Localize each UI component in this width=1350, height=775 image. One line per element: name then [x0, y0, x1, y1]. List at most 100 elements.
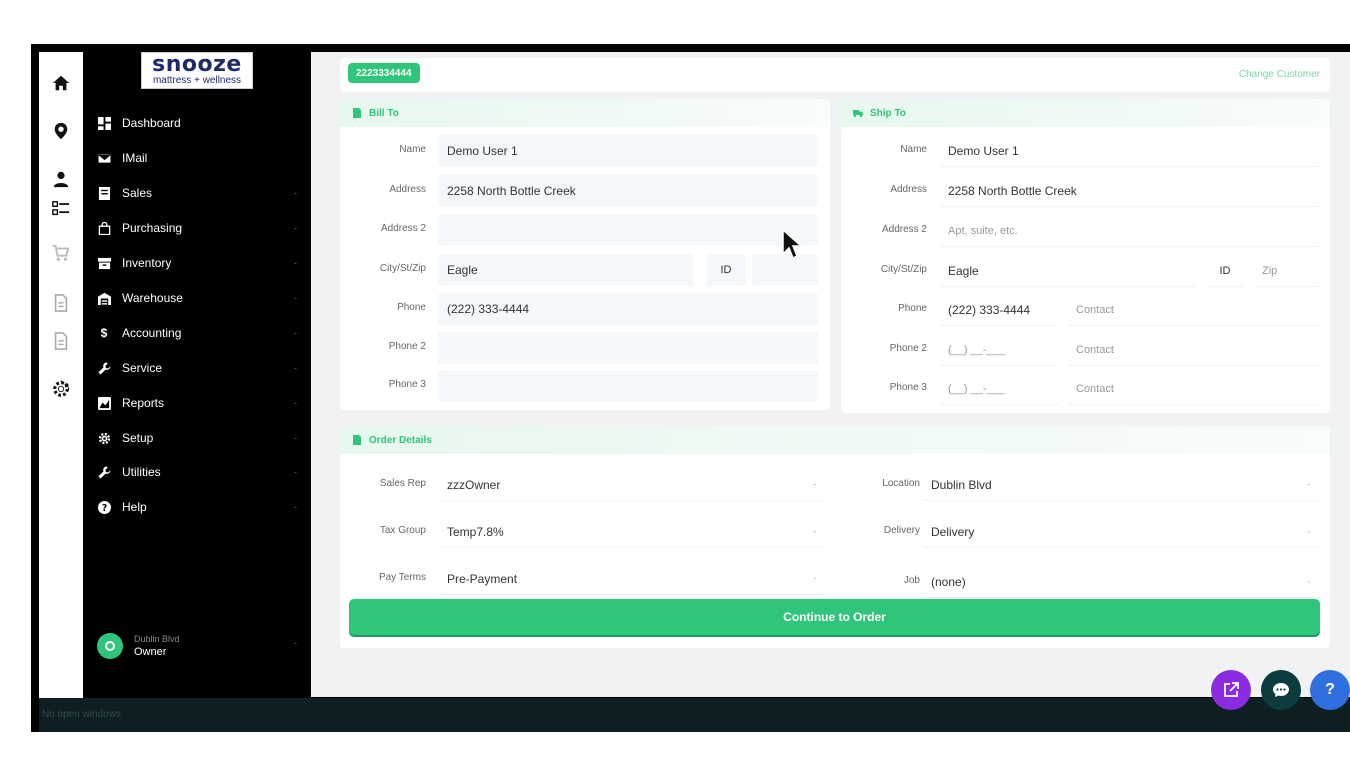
location-pin-icon[interactable] — [39, 116, 83, 146]
cart-icon[interactable] — [39, 238, 83, 268]
delivery-label: Delivery — [883, 525, 920, 536]
sidebar-item-label: Sales — [122, 186, 153, 200]
bill-phone3-input[interactable] — [438, 370, 818, 402]
sidebar: snooze mattress + wellness Dashboard IMa… — [83, 52, 311, 732]
sidebar-item-label: Utilities — [122, 465, 161, 479]
ship-zip-input[interactable]: Zip — [1253, 255, 1320, 287]
chevron-icon: - — [294, 293, 297, 303]
ship-city-input[interactable]: Eagle — [939, 255, 1197, 287]
sales-icon — [97, 186, 111, 200]
gear-icon[interactable] — [39, 374, 83, 404]
delivery-select[interactable]: Delivery - — [922, 516, 1320, 548]
sales-rep-select[interactable]: zzzOwner - — [438, 469, 826, 501]
chevron-down-icon: - — [1307, 527, 1310, 536]
pay-terms-value: Pre-Payment — [447, 571, 518, 586]
checklist-icon[interactable] — [39, 194, 83, 224]
home-icon[interactable] — [39, 68, 83, 98]
ship-phone3-label: Phone 3 — [889, 382, 927, 393]
user-role: Owner — [134, 645, 167, 658]
icon-rail — [39, 52, 83, 732]
pay-terms-select[interactable]: Pre-Payment - — [438, 563, 826, 595]
job-label: Job — [903, 575, 920, 586]
order-details-title: Order Details — [369, 434, 432, 446]
bill-to-card: Bill To Name Demo User 1 Address 2258 No… — [340, 99, 830, 410]
bill-address-label: Address — [389, 184, 426, 195]
sidebar-item-imail[interactable]: IMail — [97, 146, 297, 170]
location-value: Dublin Blvd — [931, 477, 992, 492]
sidebar-item-utilities[interactable]: Utilities - — [97, 460, 297, 484]
sidebar-item-label: Purchasing — [122, 221, 183, 235]
inventory-icon — [97, 256, 111, 270]
ship-phone3-input[interactable]: (__) __-___ — [939, 373, 1059, 405]
bill-state-input[interactable]: ID — [706, 254, 746, 286]
bill-city-input[interactable]: Eagle — [438, 254, 694, 286]
sidebar-item-label: IMail — [122, 151, 148, 165]
truck-icon — [853, 108, 863, 118]
reports-icon — [97, 396, 111, 410]
app-window: snooze mattress + wellness Dashboard IMa… — [31, 44, 1350, 732]
help-fab-button[interactable]: ? — [1310, 670, 1350, 710]
ship-phone2-input[interactable]: (__) __-___ — [939, 334, 1059, 366]
chevron-icon: - — [294, 328, 297, 338]
customer-phone-badge[interactable]: 2223334444 — [348, 63, 420, 83]
sidebar-item-purchasing[interactable]: Purchasing - — [97, 216, 297, 240]
svg-text:?: ? — [101, 502, 106, 513]
sidebar-item-warehouse[interactable]: Warehouse - — [97, 286, 297, 310]
sidebar-item-label: Reports — [122, 396, 165, 410]
document-icon[interactable] — [39, 288, 83, 318]
continue-to-order-button[interactable]: Continue to Order — [349, 599, 1320, 635]
chevron-icon: - — [294, 638, 297, 648]
bill-phone2-input[interactable] — [438, 332, 818, 364]
sidebar-item-inventory[interactable]: Inventory - — [97, 251, 297, 275]
ship-phone-label: Phone — [898, 303, 927, 314]
dollar-icon: $ — [100, 326, 108, 340]
sidebar-item-setup[interactable]: Setup - — [97, 426, 297, 450]
main-content: 2223334444 Change Customer Bill To Name … — [311, 52, 1350, 697]
sidebar-item-reports[interactable]: Reports - — [97, 391, 297, 415]
ship-name-input[interactable]: Demo User 1 — [939, 135, 1320, 167]
open-external-button[interactable] — [1211, 670, 1251, 710]
bill-phone-input[interactable]: (222) 333-4444 — [438, 293, 818, 325]
sidebar-item-help[interactable]: ? Help - — [97, 495, 297, 519]
chevron-icon: - — [294, 433, 297, 443]
ship-contact2-input[interactable]: Contact — [1067, 334, 1320, 366]
document-icon — [352, 108, 362, 118]
bill-address2-label: Address 2 — [380, 223, 426, 234]
document-icon[interactable] — [39, 326, 83, 356]
tax-group-select[interactable]: Temp7.8% - — [438, 516, 826, 548]
chat-button[interactable] — [1261, 670, 1301, 710]
sidebar-item-dashboard[interactable]: Dashboard — [97, 111, 297, 135]
ship-address2-input[interactable]: Apt, suite, etc. — [939, 215, 1320, 247]
bill-name-input[interactable]: Demo User 1 — [438, 135, 818, 167]
bill-to-header: Bill To — [340, 99, 830, 127]
ship-contact-input[interactable]: Contact — [1067, 294, 1320, 326]
ship-address-label: Address — [890, 184, 927, 195]
chat-icon — [1272, 681, 1290, 699]
ship-contact3-input[interactable]: Contact — [1067, 373, 1320, 405]
delivery-value: Delivery — [931, 524, 975, 539]
snooze-logo[interactable]: snooze mattress + wellness — [141, 52, 253, 89]
chevron-down-icon: - — [1307, 480, 1310, 489]
bill-address-input[interactable]: 2258 North Bottle Creek — [438, 175, 818, 207]
chevron-icon: - — [294, 363, 297, 373]
user-menu[interactable]: Dublin Blvd Owner - — [97, 628, 297, 664]
sidebar-item-sales[interactable]: Sales - — [97, 181, 297, 205]
ship-state-input[interactable]: ID — [1205, 255, 1245, 287]
question-icon: ? — [1325, 681, 1335, 698]
sidebar-item-accounting[interactable]: $ Accounting - — [97, 321, 297, 345]
sidebar-item-service[interactable]: Service - — [97, 356, 297, 380]
chevron-icon: - — [294, 502, 297, 512]
pay-terms-label: Pay Terms — [378, 572, 426, 583]
location-select[interactable]: Dublin Blvd - — [922, 469, 1320, 501]
document-icon — [352, 435, 362, 445]
ship-phone-input[interactable]: (222) 333-4444 — [939, 294, 1059, 326]
help-icon: ? — [97, 500, 111, 514]
change-customer-link[interactable]: Change Customer — [1239, 69, 1320, 80]
sales-rep-label: Sales Rep — [379, 478, 426, 489]
job-select[interactable]: (none) - — [922, 566, 1320, 598]
chevron-icon: - — [294, 258, 297, 268]
ship-address-input[interactable]: 2258 North Bottle Creek — [939, 175, 1320, 207]
user-icon[interactable] — [39, 164, 83, 194]
bill-phone-label: Phone — [397, 302, 426, 313]
bill-address2-input[interactable] — [438, 214, 818, 246]
